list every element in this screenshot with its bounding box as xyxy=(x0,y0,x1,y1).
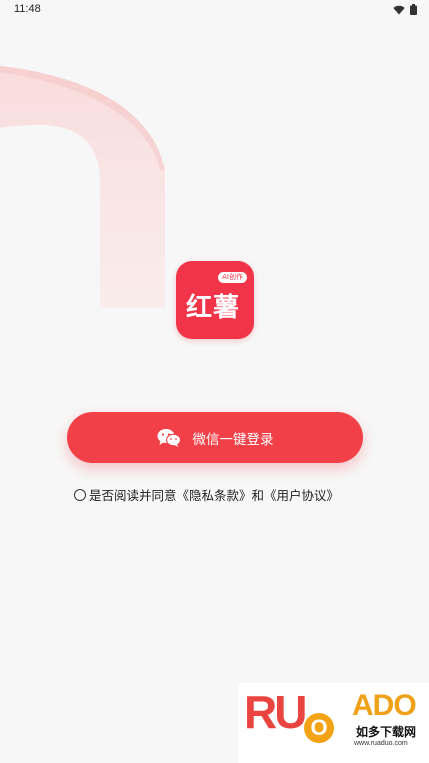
status-time: 11:48 xyxy=(14,3,41,15)
logo-text: 红薯 xyxy=(186,293,241,323)
login-button-label: 微信一键登录 xyxy=(192,431,274,448)
wechat-login-button[interactable]: 微信一键登录 xyxy=(67,412,363,463)
watermark-brand-left: RU xyxy=(244,686,307,738)
wechat-icon xyxy=(157,429,181,447)
status-icons xyxy=(393,4,417,15)
battery-icon xyxy=(410,4,417,15)
watermark-brand-right: ADO xyxy=(352,689,417,722)
agreement-text: 是否阅读并同意《隐私条款》和《用户协议》 xyxy=(89,488,340,503)
watermark-name: 如多下载网 xyxy=(356,725,417,739)
wifi-icon xyxy=(393,5,405,14)
watermark-logo: RU O ADO 如多下载网 www.ruaduo.com xyxy=(238,683,429,763)
app-logo: AI创作 红薯 xyxy=(176,261,254,339)
watermark-brand-o: O xyxy=(304,713,334,743)
background-decoration xyxy=(0,0,165,308)
agreement-row[interactable]: 是否阅读并同意《隐私条款》和《用户协议》 xyxy=(74,485,339,504)
logo-badge: AI创作 xyxy=(218,272,247,283)
status-bar: 11:48 xyxy=(0,0,429,22)
watermark-url: www.ruaduo.com xyxy=(354,740,408,747)
radio-icon[interactable] xyxy=(74,488,86,501)
